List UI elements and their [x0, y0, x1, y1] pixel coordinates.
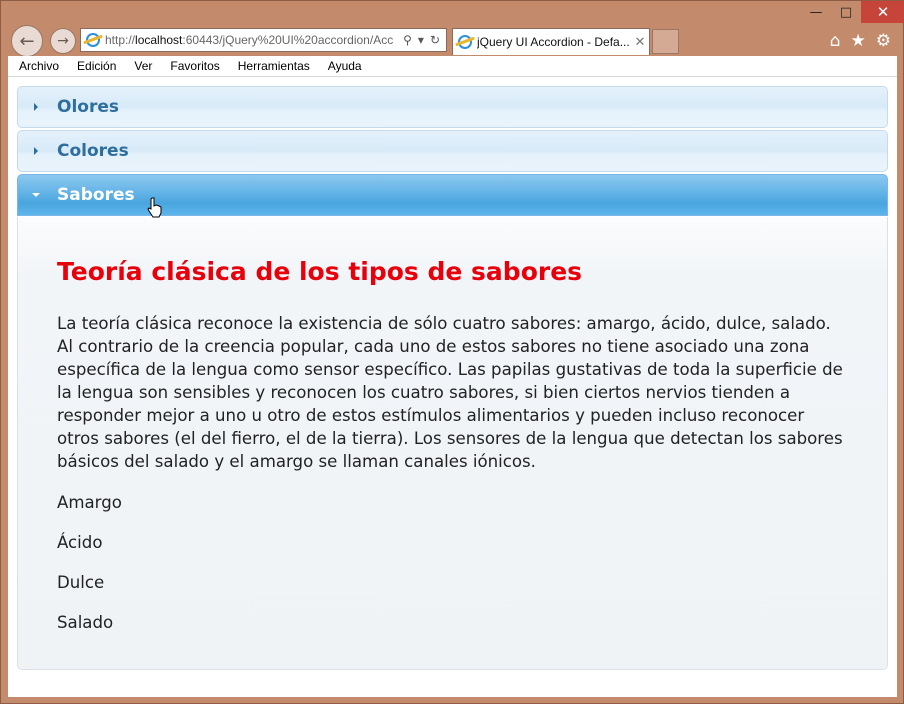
accordion-header-label: Sabores: [57, 185, 135, 205]
tab-ie-icon: [458, 35, 472, 49]
refresh-icon[interactable]: ↻: [430, 33, 440, 47]
menu-archivo[interactable]: Archivo: [8, 59, 67, 73]
list-item: Dulce: [57, 573, 105, 592]
new-tab-button[interactable]: [652, 29, 679, 54]
window-controls: — □ ✕: [801, 1, 904, 23]
list-item: Amargo: [57, 493, 122, 512]
dropdown-arrow-icon[interactable]: ▾: [418, 33, 424, 47]
address-bar[interactable]: http://localhost:60443/jQuery%20UI%20acc…: [80, 28, 447, 52]
minimize-icon[interactable]: —: [801, 1, 831, 23]
tab-close-icon[interactable]: ✕: [631, 34, 649, 50]
accordion-header-colores[interactable]: Colores: [17, 130, 888, 172]
menu-favoritos[interactable]: Favoritos: [160, 59, 227, 73]
favorites-star-icon[interactable]: ★: [851, 31, 866, 51]
browser-tab[interactable]: jQuery UI Accordion - Defa... ✕: [452, 28, 650, 55]
panel-paragraph: La teoría clásica reconoce la existencia…: [57, 314, 843, 471]
expanded-arrow-icon: [32, 193, 40, 197]
menu-edicion[interactable]: Edición: [67, 59, 124, 73]
list-item: Ácido: [57, 533, 103, 552]
search-icon[interactable]: ⚲: [403, 33, 412, 47]
menu-bar: Archivo Edición Ver Favoritos Herramient…: [8, 56, 897, 77]
menu-ver[interactable]: Ver: [124, 59, 160, 73]
home-icon[interactable]: ⌂: [830, 31, 841, 51]
panel-heading: Teoría clásica de los tipos de sabores: [57, 257, 583, 286]
list-item: Salado: [57, 613, 114, 632]
accordion-panel-sabores: Teoría clásica de los tipos de sabores L…: [17, 217, 888, 670]
collapsed-arrow-icon: [34, 103, 38, 111]
maximize-icon[interactable]: □: [831, 1, 861, 23]
browser-window: — □ ✕ ← → http://localhost:60443/jQuery%…: [0, 0, 904, 704]
menu-ayuda[interactable]: Ayuda: [318, 59, 370, 73]
accordion-header-label: Colores: [57, 141, 129, 161]
page-content: Olores Colores Sabores Teoría clásica de…: [8, 77, 897, 697]
forward-icon[interactable]: →: [50, 28, 76, 54]
ie-page-icon: [86, 33, 100, 47]
collapsed-arrow-icon: [34, 147, 38, 155]
settings-gear-icon[interactable]: ⚙: [876, 31, 891, 51]
close-window-icon[interactable]: ✕: [861, 1, 904, 23]
tab-title: jQuery UI Accordion - Defa...: [477, 35, 630, 49]
address-url[interactable]: http://localhost:60443/jQuery%20UI%20acc…: [105, 33, 397, 47]
back-icon[interactable]: ←: [11, 25, 43, 57]
accordion-header-label: Olores: [57, 97, 119, 117]
menu-herramientas[interactable]: Herramientas: [228, 59, 318, 73]
flavor-list: Amargo Ácido Dulce Salado: [57, 491, 848, 634]
accordion-header-olores[interactable]: Olores: [17, 86, 888, 128]
hand-cursor-icon: [147, 197, 162, 218]
